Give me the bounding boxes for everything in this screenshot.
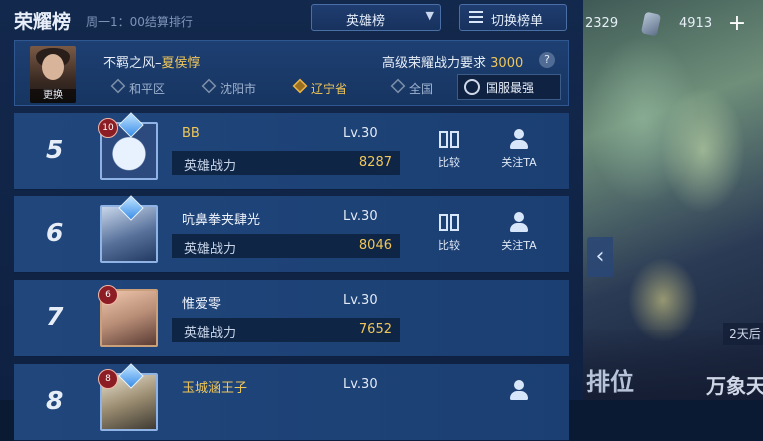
compare-label: 比较 — [438, 239, 460, 252]
change-hero-button[interactable]: 更换 — [30, 89, 76, 103]
level-badge: 6 — [98, 285, 118, 305]
chevron-down-icon: ▼ — [425, 9, 434, 22]
rank-number: 5 — [46, 135, 64, 164]
power-bar: 英雄战力 8046 — [172, 234, 400, 258]
player-name: 惟爱零 — [182, 297, 222, 312]
national-best-button[interactable]: 国服最强 — [457, 74, 561, 100]
ranking-row[interactable]: 7 6 惟爱零 Lv.30 英雄战力 7652 — [14, 280, 569, 357]
chevron-left-icon[interactable]: ‹ — [587, 237, 613, 277]
power-label: 英雄战力 — [184, 159, 237, 174]
hero-name: 夏侯惇 — [161, 56, 201, 71]
power-value: 8287 — [358, 155, 392, 170]
add-resource-button[interactable]: + — [723, 10, 751, 38]
follow-icon — [507, 211, 531, 235]
my-hero-card: 更换 不羁之风–夏侯惇 高级荣耀战力要求 3000 ? 和平区 沈阳市 辽宁省 … — [14, 40, 569, 106]
resource-value-1: 2329 — [585, 16, 619, 31]
follow-button[interactable] — [494, 379, 544, 425]
board-type-dropdown[interactable]: 英雄榜 ▼ — [311, 4, 441, 31]
gem-icon — [640, 11, 662, 37]
player-name: 吭鼻拳夹肆光 — [182, 213, 261, 228]
rank-number: 6 — [46, 218, 64, 247]
power-value: 8046 — [358, 238, 392, 253]
power-label: 英雄战力 — [184, 242, 237, 257]
ranking-row[interactable]: 5 10 BB Lv.30 英雄战力 8287 比较 关注TA — [14, 112, 569, 190]
dropdown-label: 英雄榜 — [346, 14, 386, 29]
wanxiang-mode-label[interactable]: 万象天 — [706, 370, 763, 399]
compare-button[interactable]: 比较 — [424, 211, 474, 257]
ranked-mode-label[interactable]: 排位 — [586, 362, 634, 397]
power-label: 英雄战力 — [184, 326, 237, 341]
compare-button[interactable]: 比较 — [424, 128, 474, 174]
province-badge-icon — [292, 78, 308, 94]
region-label: 全国 — [409, 82, 434, 96]
level-badge: 10 — [98, 118, 118, 138]
player-level: Lv.30 — [343, 209, 378, 224]
player-avatar[interactable]: 8 — [98, 363, 158, 431]
hero-title: 不羁之风–夏侯惇 — [103, 52, 201, 71]
player-name: BB — [182, 126, 200, 141]
requirement-label: 高级荣耀战力要求 — [382, 56, 487, 71]
national-best-label: 国服最强 — [486, 81, 535, 95]
compare-icon — [437, 128, 461, 152]
gem-icon — [118, 112, 144, 138]
district-badge-icon — [110, 78, 126, 94]
power-bar: 英雄战力 7652 — [172, 318, 400, 342]
national-badge-icon — [390, 78, 406, 94]
power-value: 7652 — [358, 322, 392, 337]
follow-icon — [507, 379, 531, 403]
player-avatar[interactable]: 10 — [98, 112, 158, 180]
gem-icon — [118, 195, 144, 221]
leaderboard-panel: 荣耀榜 周一1：00结算排行 英雄榜 ▼ 切换榜单 更换 不羁之风–夏侯惇 高级… — [0, 0, 583, 441]
days-badge: 2天后 — [723, 323, 763, 345]
gem-icon — [118, 363, 144, 389]
help-icon[interactable]: ? — [539, 52, 555, 68]
follow-button[interactable]: 关注TA — [494, 211, 544, 257]
follow-icon — [507, 128, 531, 152]
requirement-value: 3000 — [490, 56, 524, 71]
avatar[interactable]: 更换 — [30, 46, 76, 103]
hero-title-prefix: 不羁之风– — [103, 56, 162, 71]
list-icon — [469, 11, 483, 24]
resource-bar: 2329 4913 + — [583, 8, 763, 42]
region-label: 辽宁省 — [311, 82, 348, 96]
player-avatar[interactable] — [100, 195, 158, 263]
region-label: 和平区 — [129, 82, 166, 96]
compare-icon — [437, 211, 461, 235]
player-level: Lv.30 — [343, 377, 378, 392]
follow-button[interactable]: 关注TA — [494, 128, 544, 174]
globe-icon — [464, 79, 480, 95]
switch-board-button[interactable]: 切换榜单 — [459, 4, 567, 31]
ranking-row[interactable]: 8 8 玉城涵王子 Lv.30 — [14, 363, 569, 441]
ranking-row[interactable]: 6 吭鼻拳夹肆光 Lv.30 英雄战力 8046 比较 关注TA — [14, 195, 569, 273]
page-title: 荣耀榜 — [14, 11, 72, 33]
level-badge: 8 — [98, 369, 118, 389]
power-requirement: 高级荣耀战力要求 3000 — [382, 52, 523, 71]
player-level: Lv.30 — [343, 126, 378, 141]
player-level: Lv.30 — [343, 293, 378, 308]
player-name: 玉城涵王子 — [182, 381, 248, 396]
follow-label: 关注TA — [501, 156, 537, 169]
region-label: 沈阳市 — [220, 82, 257, 96]
rank-number: 8 — [46, 386, 64, 415]
compare-label: 比较 — [438, 156, 460, 169]
player-avatar[interactable]: 6 — [98, 285, 158, 347]
settlement-note: 周一1：00结算排行 — [86, 15, 193, 29]
follow-label: 关注TA — [501, 239, 537, 252]
city-badge-icon — [201, 78, 217, 94]
resource-value-2: 4913 — [679, 16, 713, 31]
switch-board-label: 切换榜单 — [491, 14, 544, 29]
rank-number: 7 — [46, 302, 64, 331]
power-bar: 英雄战力 8287 — [172, 151, 400, 175]
